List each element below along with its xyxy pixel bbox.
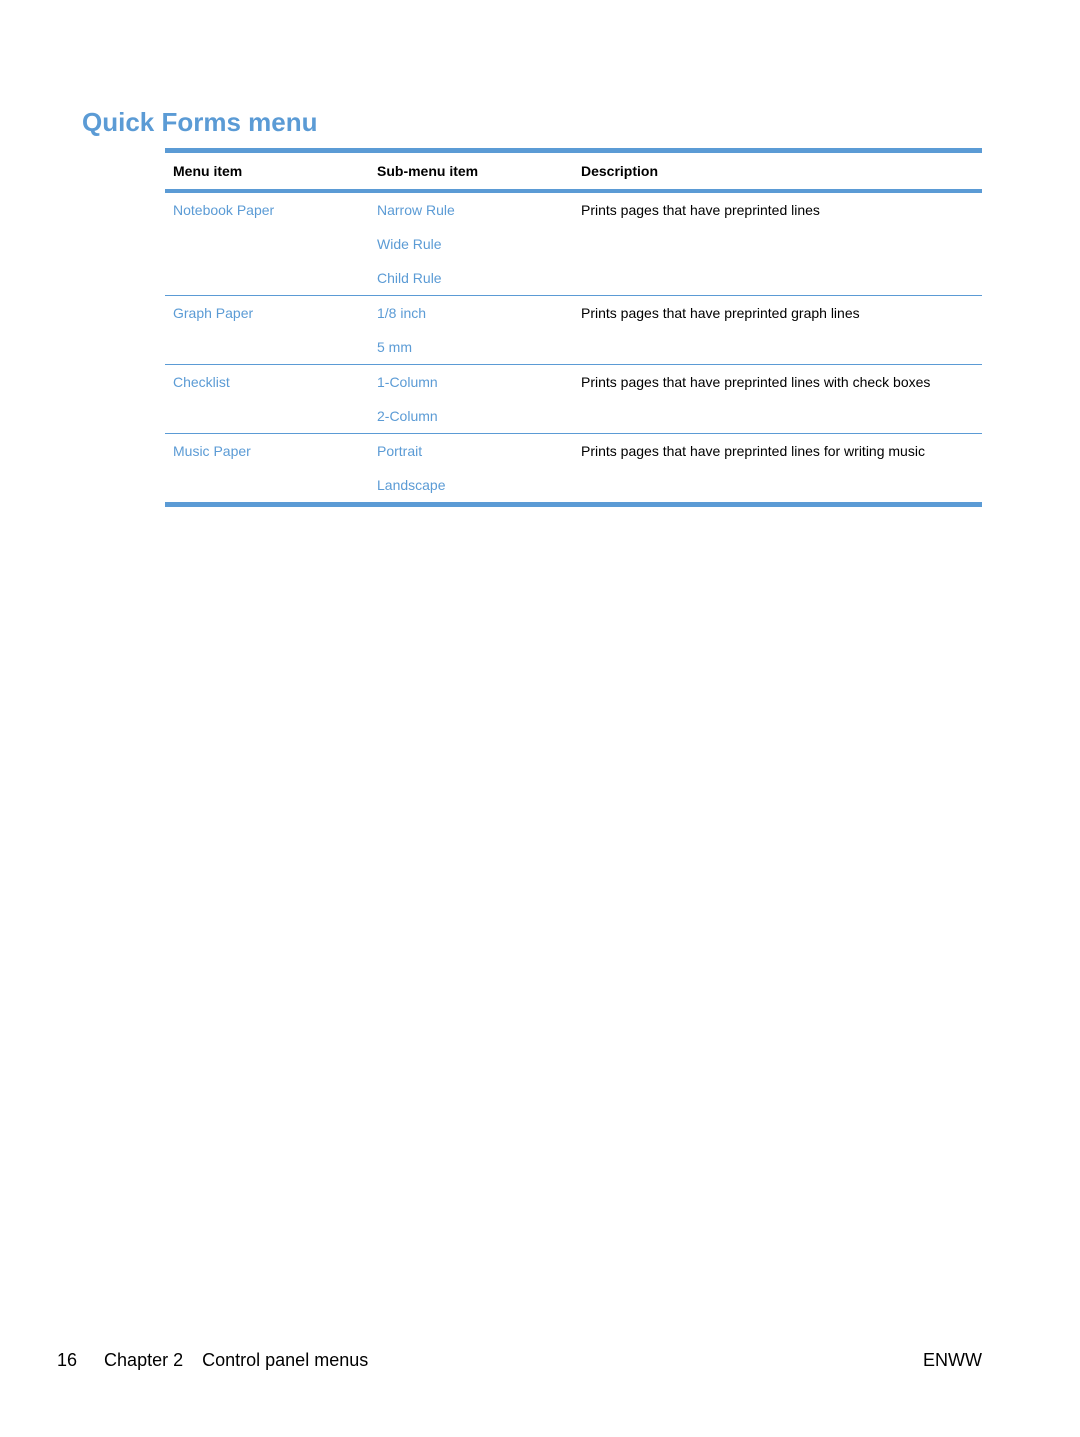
sub-menu-item[interactable]: 1/8 inch [369, 295, 573, 330]
sub-menu-item[interactable]: Portrait [369, 433, 573, 468]
menu-item-notebook-paper[interactable]: Notebook Paper [165, 193, 369, 227]
sub-menu-item[interactable]: Narrow Rule [369, 193, 573, 227]
table-row: 2-Column [165, 399, 982, 434]
table-row: Child Rule [165, 261, 982, 296]
sub-menu-item[interactable]: Child Rule [369, 261, 573, 296]
page-number: 16 [57, 1350, 78, 1370]
sub-menu-item[interactable]: 1-Column [369, 364, 573, 399]
page-title: Quick Forms menu [82, 107, 318, 137]
sub-menu-item[interactable]: Landscape [369, 468, 573, 502]
description: Prints pages that have preprinted graph … [573, 295, 982, 330]
table-row: 5 mm [165, 330, 982, 365]
header-description: Description [581, 163, 659, 179]
table-row: Notebook Paper Narrow Rule Prints pages … [165, 193, 982, 227]
chapter-title: Control panel menus [202, 1350, 369, 1370]
header-menu-item: Menu item [173, 163, 243, 179]
menu-item-graph-paper[interactable]: Graph Paper [165, 295, 369, 330]
table-row: Checklist 1-Column Prints pages that hav… [165, 364, 982, 399]
table-row: Music Paper Portrait Prints pages that h… [165, 433, 982, 468]
sub-menu-item[interactable]: 2-Column [369, 399, 573, 434]
description: Prints pages that have preprinted lines … [573, 433, 982, 468]
table-header-row: Menu item Sub-menu item Description [165, 153, 982, 189]
locale-code: ENWW [923, 1350, 982, 1370]
chapter-label: Chapter 2 [104, 1350, 184, 1370]
header-sub-menu-item: Sub-menu item [377, 163, 479, 179]
description: Prints pages that have preprinted lines … [573, 364, 982, 399]
menu-item-music-paper[interactable]: Music Paper [165, 433, 369, 468]
description: Prints pages that have preprinted lines [581, 202, 820, 218]
page-footer: 16 Chapter 2 Control panel menus [57, 1350, 368, 1371]
table-row: Landscape [165, 468, 982, 502]
sub-menu-item[interactable]: 5 mm [369, 330, 573, 365]
menu-item-checklist[interactable]: Checklist [165, 364, 369, 399]
table-bottom-rule [165, 502, 982, 507]
sub-menu-item[interactable]: Wide Rule [369, 227, 573, 261]
table-row: Graph Paper 1/8 inch Prints pages that h… [165, 295, 982, 330]
quick-forms-table: Menu item Sub-menu item Description Note… [165, 148, 982, 507]
table-row: Wide Rule [165, 227, 982, 261]
